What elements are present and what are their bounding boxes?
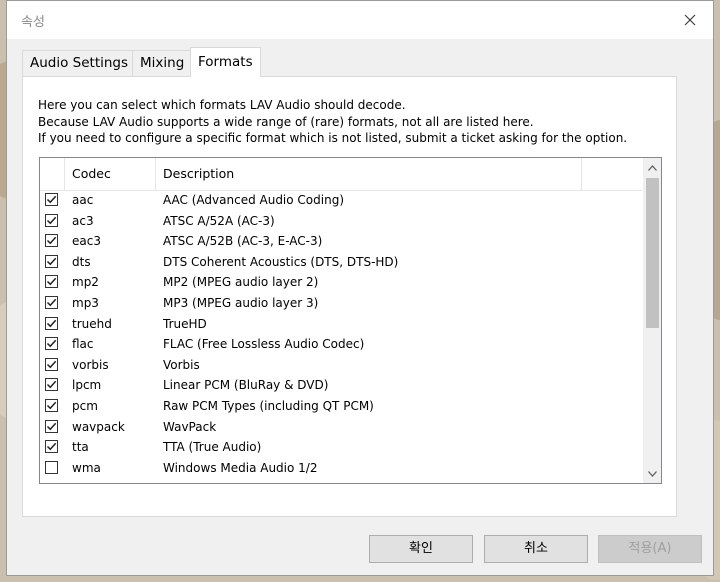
codec-description: AAC (Advanced Audio Coding) — [163, 193, 345, 207]
list-header: Codec Description — [40, 158, 642, 191]
chevron-down-icon — [647, 470, 657, 477]
checkmark-icon — [46, 298, 57, 307]
codec-checkbox[interactable] — [45, 337, 58, 351]
title-bar: 속성 — [7, 1, 713, 39]
codec-name: truehd — [72, 316, 112, 331]
formats-panel: Here you can select which formats LAV Au… — [22, 76, 677, 517]
description-line: Here you can select which formats LAV Au… — [38, 98, 406, 112]
column-header-codec[interactable]: Codec — [65, 158, 156, 190]
properties-dialog: 속성 Audio Settings Mixing Formats Here yo… — [6, 0, 714, 576]
tab-mixing[interactable]: Mixing — [132, 50, 193, 76]
codec-name: pcm — [72, 398, 98, 413]
checkmark-icon — [46, 216, 57, 224]
codec-checkbox[interactable] — [45, 254, 58, 268]
codec-description: ATSC A/52A (AC-3) — [163, 213, 275, 228]
codec-checkbox[interactable] — [45, 440, 58, 454]
table-row[interactable]: wma Windows Media Audio 1/2 — [40, 458, 642, 479]
cancel-button[interactable]: 취소 — [484, 535, 588, 563]
codec-description: TTA (True Audio) — [163, 440, 262, 455]
codec-name: wma — [72, 460, 101, 475]
codec-checkbox[interactable] — [45, 378, 58, 392]
codec-description: ATSC A/52B (AC-3, E-AC-3) — [163, 234, 323, 249]
scrollbar-thumb[interactable] — [646, 178, 659, 328]
checkmark-icon — [46, 278, 57, 286]
table-row[interactable]: eac3 ATSC A/52B (AC-3, E-AC-3) — [40, 231, 642, 252]
table-row[interactable]: flac FLAC (Free Lossless Audio Codec) — [40, 334, 642, 355]
table-row[interactable]: mp2 MP2 (MPEG audio layer 2) — [40, 272, 642, 293]
table-row[interactable]: mp3 MP3 (MPEG audio layer 3) — [40, 293, 642, 314]
codec-description: TrueHD — [163, 316, 207, 331]
codec-name: wavpack — [72, 419, 125, 434]
codec-name: tta — [72, 440, 89, 455]
codec-checkbox[interactable] — [45, 193, 58, 206]
codec-name: lpcm — [72, 378, 102, 393]
column-header-description[interactable]: Description — [156, 158, 582, 190]
codec-description: Windows Media Audio 1/2 — [163, 460, 318, 475]
codec-list[interactable]: Codec Description aac AAC (Advanced Audio… — [39, 157, 662, 484]
codec-description: DTS Coherent Acoustics (DTS, DTS-HD) — [163, 254, 399, 269]
codec-checkbox[interactable] — [45, 460, 58, 474]
scroll-up-button[interactable] — [643, 159, 661, 176]
codec-rows: aac AAC (Advanced Audio Coding) ac3 ATSC A/… — [40, 190, 642, 478]
vertical-scrollbar[interactable] — [643, 158, 661, 483]
table-row[interactable]: ac3 ATSC A/52A (AC-3) — [40, 211, 642, 232]
apply-button[interactable]: 적용(A) — [598, 535, 702, 563]
table-row[interactable]: pcm Raw PCM Types (including QT PCM) — [40, 396, 642, 417]
table-row[interactable]: vorbis Vorbis — [40, 355, 642, 376]
scroll-down-button[interactable] — [643, 465, 661, 482]
close-icon — [684, 14, 696, 26]
checkmark-icon — [46, 236, 57, 245]
table-row[interactable]: truehd TrueHD — [40, 314, 642, 335]
checkmark-icon — [46, 381, 57, 389]
checkmark-icon — [46, 401, 57, 410]
codec-name: ac3 — [72, 213, 94, 228]
codec-name: flac — [72, 337, 94, 352]
codec-description: FLAC (Free Lossless Audio Codec) — [163, 337, 365, 352]
codec-description: MP3 (MPEG audio layer 3) — [163, 295, 319, 310]
table-row[interactable]: lpcm Linear PCM (BluRay & DVD) — [40, 375, 642, 396]
codec-name: eac3 — [72, 234, 101, 249]
codec-checkbox[interactable] — [45, 275, 58, 289]
codec-name: aac — [72, 193, 94, 207]
codec-description: Raw PCM Types (including QT PCM) — [163, 398, 374, 413]
column-header-checkbox[interactable] — [40, 158, 65, 190]
checkmark-icon — [46, 422, 57, 430]
codec-description: WavPack — [163, 419, 217, 434]
codec-description: Linear PCM (BluRay & DVD) — [163, 378, 329, 393]
formats-description: Here you can select which formats LAV Au… — [38, 97, 627, 147]
codec-name: vorbis — [72, 357, 109, 372]
codec-checkbox[interactable] — [45, 295, 58, 309]
ok-button[interactable]: 확인 — [369, 535, 473, 563]
codec-checkbox[interactable] — [45, 398, 58, 412]
window-title: 속성 — [21, 15, 45, 30]
codec-description: Vorbis — [163, 357, 200, 372]
codec-description: MP2 (MPEG audio layer 2) — [163, 275, 319, 290]
checkmark-icon — [46, 257, 57, 266]
codec-name: mp3 — [72, 295, 99, 310]
checkmark-icon — [46, 319, 57, 327]
codec-checkbox[interactable] — [45, 419, 58, 433]
codec-checkbox[interactable] — [45, 357, 58, 371]
table-row[interactable]: tta TTA (True Audio) — [40, 437, 642, 458]
table-row[interactable]: dts DTS Coherent Acoustics (DTS, DTS-HD) — [40, 252, 642, 273]
codec-name: dts — [72, 254, 91, 269]
description-line: If you need to configure a specific form… — [38, 131, 628, 145]
description-line: Because LAV Audio supports a wide range … — [38, 114, 534, 129]
tab-audio-settings[interactable]: Audio Settings — [22, 50, 137, 76]
tab-formats[interactable]: Formats — [190, 47, 261, 77]
close-button[interactable] — [667, 1, 713, 39]
chevron-up-icon — [647, 164, 657, 171]
checkmark-icon — [46, 195, 57, 204]
table-row[interactable]: wavpack WavPack — [40, 417, 642, 438]
codec-checkbox[interactable] — [45, 213, 58, 227]
checkmark-icon — [46, 442, 57, 451]
checkmark-icon — [46, 360, 57, 369]
codec-checkbox[interactable] — [45, 316, 58, 330]
table-row[interactable]: aac AAC (Advanced Audio Coding) — [40, 190, 642, 211]
codec-checkbox[interactable] — [45, 234, 58, 248]
codec-name: mp2 — [72, 275, 99, 290]
checkmark-icon — [46, 339, 57, 348]
